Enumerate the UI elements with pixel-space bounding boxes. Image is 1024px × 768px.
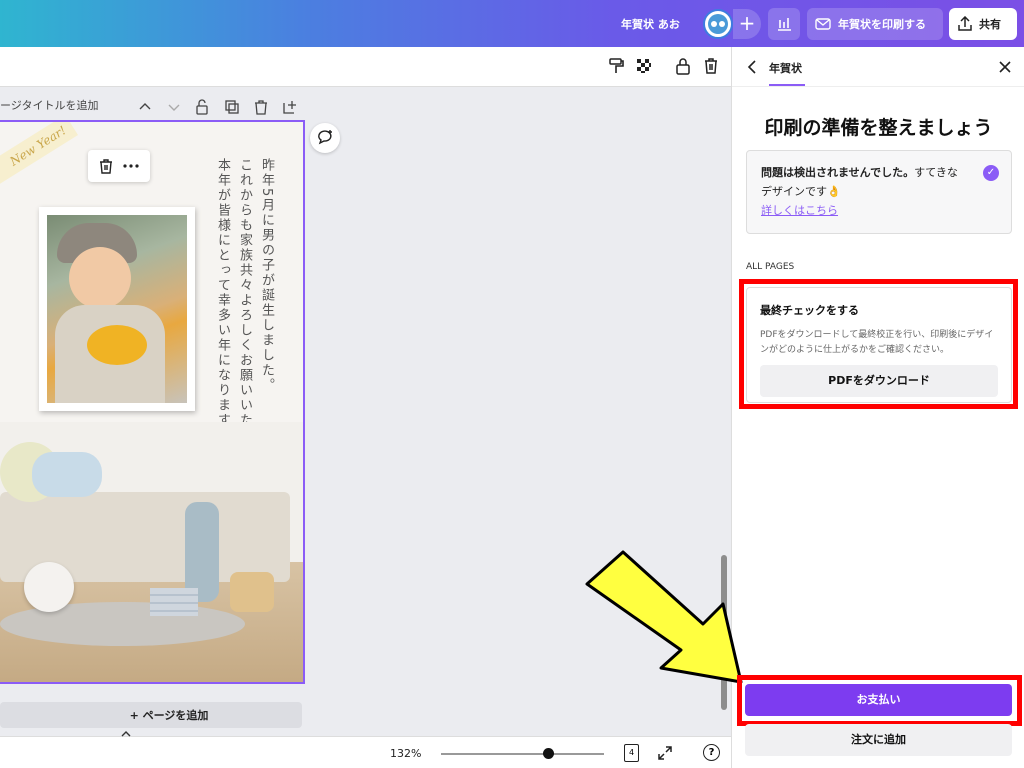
zoom-level[interactable]: 132% <box>390 747 421 760</box>
panel-heading: 印刷の準備を整えましょう <box>764 117 993 139</box>
lock-icon[interactable] <box>674 57 692 75</box>
close-icon[interactable] <box>998 60 1012 74</box>
baby-photo-frame[interactable] <box>39 207 195 411</box>
element-context-menu <box>88 150 150 182</box>
all-pages-label: ALL PAGES <box>746 262 795 272</box>
panel-tab-nengajo[interactable]: 年賀状 <box>769 60 802 76</box>
panda-icon <box>708 14 728 34</box>
new-year-ribbon: New Year! <box>0 122 79 194</box>
document-title[interactable]: 年賀状 あお <box>621 16 680 32</box>
chevron-down-icon[interactable] <box>166 99 182 115</box>
duplicate-page-icon[interactable] <box>224 99 240 115</box>
insights-button[interactable] <box>768 8 800 40</box>
nursery-illustration <box>0 422 303 682</box>
chevron-up-icon[interactable] <box>118 728 134 740</box>
bar-chart-icon <box>778 18 791 31</box>
share-button-label: 共有 <box>979 18 1001 31</box>
page-lock-icon[interactable] <box>194 99 210 115</box>
no-issues-notice: 問題は検出されませんでした。すてきな デザインです👌 詳しくはこちら ✓ <box>746 150 1012 234</box>
highlight-box-final-check <box>739 279 1018 409</box>
envelope-icon <box>815 18 831 30</box>
arrow-pointer-icon <box>585 550 743 684</box>
zoom-slider-thumb[interactable] <box>543 748 554 759</box>
learn-more-link[interactable]: 詳しくはこちら <box>761 204 838 217</box>
back-chevron-icon[interactable] <box>746 59 758 75</box>
zoom-slider[interactable] <box>441 753 604 755</box>
more-options-icon[interactable] <box>122 158 140 174</box>
add-collaborator-button[interactable]: + <box>733 9 761 39</box>
panel-header: 年賀状 <box>732 47 1024 87</box>
page-title-input[interactable]: ージタイトルを追加 <box>0 97 99 117</box>
active-tab-indicator <box>769 84 805 86</box>
trash-icon[interactable] <box>702 57 720 75</box>
add-page-button[interactable]: + ページを追加 <box>0 702 302 728</box>
page-count-button[interactable]: 4 <box>624 744 639 762</box>
help-icon[interactable]: ? <box>703 744 720 761</box>
notice-text-2: デザインです👌 <box>761 185 841 198</box>
message-line-1[interactable]: 昨年5月に男の子が誕生しました。 <box>258 158 274 393</box>
add-comment-button[interactable] <box>310 123 340 153</box>
bottom-bar: 132% 4 ? <box>0 731 731 768</box>
check-icon: ✓ <box>983 165 999 181</box>
paint-roller-icon[interactable] <box>607 57 625 75</box>
upload-icon <box>958 16 972 31</box>
comment-plus-icon <box>318 130 332 145</box>
top-bar: 年賀状 あお + 年賀状を印刷する 共有 <box>0 0 1024 47</box>
highlight-box-pay <box>737 675 1022 726</box>
user-avatar[interactable] <box>703 9 733 39</box>
notice-text-1: すてきな <box>914 166 958 179</box>
print-button-label: 年賀状を印刷する <box>838 18 926 31</box>
share-button[interactable]: 共有 <box>949 8 1017 40</box>
transparency-icon[interactable] <box>635 57 653 75</box>
delete-page-icon[interactable] <box>253 99 269 115</box>
trash-icon[interactable] <box>98 158 114 174</box>
editor-toolbar <box>0 47 731 87</box>
new-year-card[interactable]: New Year! 昨年5月に男の子が誕生しました。 これからも家族共々よろしく… <box>0 120 305 684</box>
add-to-order-button[interactable]: 注文に追加 <box>745 724 1012 756</box>
expand-icon[interactable] <box>657 745 673 761</box>
add-page-icon[interactable] <box>282 99 298 115</box>
print-button[interactable]: 年賀状を印刷する <box>807 8 943 40</box>
notice-bold-text: 問題は検出されませんでした。 <box>761 166 915 179</box>
baby-photo <box>47 215 187 403</box>
chevron-up-icon[interactable] <box>137 99 153 115</box>
